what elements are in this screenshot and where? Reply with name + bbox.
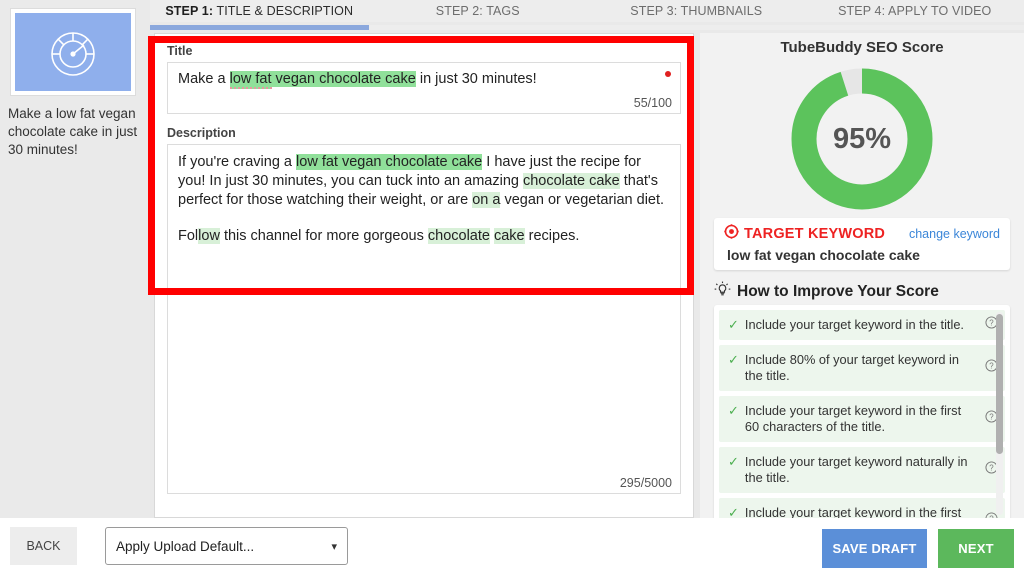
title-input[interactable]: Make a low fat vegan chocolate cake in j…	[167, 62, 681, 114]
desc-p2-s1: Fol	[178, 228, 199, 244]
target-keyword-label: TARGET KEYWORD	[744, 226, 886, 242]
next-button[interactable]: NEXT	[938, 529, 1014, 568]
description-input[interactable]: If you're craving a low fat vegan chocol…	[167, 144, 681, 494]
upload-default-select[interactable]: Apply Upload Default... ▾	[105, 527, 348, 565]
tip-text: Include your target keyword in the first…	[744, 403, 962, 434]
title-part-post: in just 30 minutes!	[415, 71, 537, 87]
tip-item[interactable]: ✓ Include your target keyword naturally …	[719, 447, 1005, 493]
description-field-label: Description	[167, 126, 236, 140]
tip-item[interactable]: ✓ Include your target keyword in the fir…	[719, 396, 1005, 442]
title-input-value: Make a low fat vegan chocolate cake in j…	[178, 70, 670, 89]
tip-text: Include 80% of your target keyword in th…	[744, 352, 960, 383]
target-crosshair-icon	[724, 224, 739, 244]
desc-p1-keyword: low fat vegan chocolate cake	[296, 154, 483, 170]
tab-step-4-step: STEP 4:	[838, 4, 886, 18]
tab-step-4[interactable]: STEP 4: APPLY TO VIDEO	[806, 4, 1024, 18]
desc-p2-s7: recipes.	[524, 228, 580, 244]
desc-p1-s1: If you're craving a	[178, 154, 297, 170]
chevron-down-icon: ▾	[331, 540, 337, 553]
speedometer-gauge-icon	[15, 13, 131, 91]
back-button[interactable]: BACK	[10, 527, 77, 565]
improve-score-header: How to Improve Your Score	[714, 281, 939, 303]
tab-step-2-label: TAGS	[486, 4, 520, 18]
seo-panel: TubeBuddy SEO Score 95% TARGET KEYWORD c…	[700, 33, 1024, 518]
tubebuddy-upload-wizard: Make a low fat vegan chocolate cake in j…	[0, 0, 1024, 575]
wizard-tabs: STEP 1: TITLE & DESCRIPTION STEP 2: TAGS…	[150, 0, 1024, 22]
tip-item[interactable]: ✓ Include your target keyword in the fir…	[719, 498, 1005, 518]
change-keyword-link[interactable]: change keyword	[909, 227, 1000, 241]
desc-p2-soft-1: low	[198, 228, 220, 244]
check-icon: ✓	[728, 505, 739, 518]
svg-text:?: ?	[989, 463, 994, 472]
tip-text: Include your target keyword in the first…	[744, 505, 962, 518]
video-title-caption: Make a low fat vegan chocolate cake in j…	[8, 106, 138, 157]
editor-panel: Title Make a low fat vegan chocolate cak…	[154, 33, 694, 518]
tip-text: Include your target keyword in the title…	[744, 317, 964, 332]
title-keyword-spellcheck: low fat	[229, 71, 272, 89]
seo-score-chart: 95%	[700, 64, 1024, 214]
check-icon: ✓	[728, 317, 739, 332]
video-thumbnail[interactable]	[10, 8, 136, 96]
title-field-label: Title	[167, 44, 193, 58]
target-keyword-card: TARGET KEYWORD change keyword low fat ve…	[714, 218, 1010, 270]
description-input-value: If you're craving a low fat vegan chocol…	[178, 153, 670, 246]
description-character-counter: 295/5000	[619, 476, 672, 490]
description-paragraph-1: If you're craving a low fat vegan chocol…	[178, 153, 670, 210]
title-status-dot	[665, 71, 671, 77]
svg-text:?: ?	[989, 318, 994, 327]
video-sidebar: Make a low fat vegan chocolate cake in j…	[0, 0, 150, 518]
tab-step-3-step: STEP 3:	[630, 4, 678, 18]
upload-default-value: Apply Upload Default...	[116, 538, 255, 554]
description-paragraph-2: Follow this channel for more gorgeous ch…	[178, 227, 670, 246]
title-part-pre: Make a	[178, 71, 230, 87]
desc-p2-soft-3: cake	[493, 228, 525, 244]
title-keyword-rest: vegan chocolate cake	[271, 71, 416, 87]
tab-step-2-step: STEP 2:	[435, 4, 483, 18]
seo-score-value: 95%	[832, 122, 892, 155]
svg-text:?: ?	[989, 412, 994, 421]
target-keyword-value: low fat vegan chocolate cake	[727, 247, 920, 263]
check-icon: ✓	[728, 352, 739, 367]
desc-p2-soft-2: chocolate	[427, 228, 490, 244]
wizard-progress-bar	[150, 25, 1024, 30]
check-icon: ✓	[728, 454, 739, 469]
tab-step-2[interactable]: STEP 2: TAGS	[369, 4, 588, 18]
tip-item[interactable]: ✓ Include your target keyword in the tit…	[719, 310, 1005, 340]
svg-text:?: ?	[989, 361, 994, 370]
tab-step-1-label: TITLE & DESCRIPTION	[216, 4, 354, 18]
title-character-counter: 55/100	[633, 96, 672, 110]
desc-p1-s7: vegan or vegetarian diet.	[500, 192, 665, 208]
tab-step-3[interactable]: STEP 3: THUMBNAILS	[587, 4, 806, 18]
seo-panel-title: TubeBuddy SEO Score	[780, 39, 944, 56]
check-icon: ✓	[728, 403, 739, 418]
tip-item[interactable]: ✓ Include 80% of your target keyword in …	[719, 345, 1005, 391]
tips-scrollbar-thumb[interactable]	[996, 314, 1003, 454]
tab-step-1[interactable]: STEP 1: TITLE & DESCRIPTION	[150, 4, 369, 18]
tab-step-3-label: THUMBNAILS	[680, 4, 763, 18]
improve-tips-list: ✓ Include your target keyword in the tit…	[714, 305, 1010, 518]
wizard-progress-fill	[150, 25, 369, 30]
tab-step-1-step: STEP 1:	[165, 4, 214, 18]
save-draft-button[interactable]: SAVE DRAFT	[822, 529, 927, 568]
desc-p1-keyword-soft-2: on a	[472, 192, 501, 208]
lightbulb-icon	[714, 281, 731, 303]
desc-p2-s3: this channel for more gorgeous	[219, 228, 428, 244]
tab-step-4-label: APPLY TO VIDEO	[888, 4, 992, 18]
desc-p1-keyword-soft: chocolate cake	[522, 173, 620, 189]
tip-text: Include your target keyword naturally in…	[744, 454, 968, 485]
improve-score-title: How to Improve Your Score	[737, 283, 939, 300]
